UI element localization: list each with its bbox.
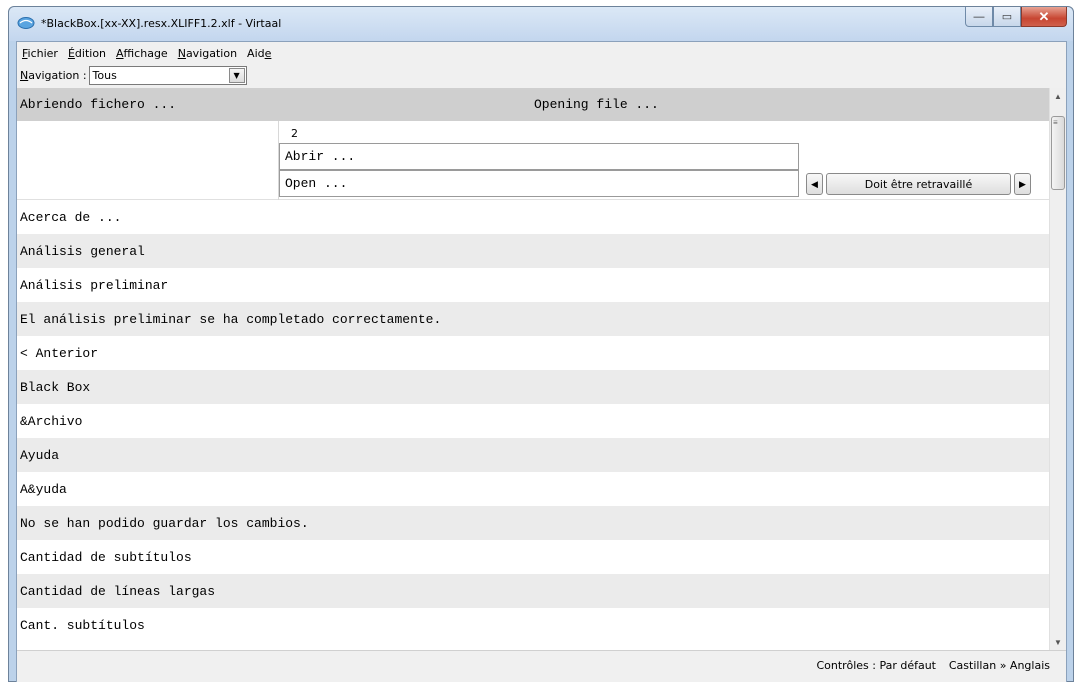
unit-row[interactable]: No se han podido guardar los cambios. bbox=[17, 506, 1052, 540]
status-languages: Castillan » Anglais bbox=[948, 659, 1050, 672]
scroll-up-icon[interactable]: ▲ bbox=[1050, 88, 1066, 104]
navigation-selected-value: Tous bbox=[92, 68, 117, 82]
client-area: Fichier Édition Affichage Navigation Aid… bbox=[16, 41, 1067, 682]
next-state-button[interactable]: ▶ bbox=[1014, 173, 1031, 195]
scroll-down-icon[interactable]: ▼ bbox=[1050, 634, 1066, 650]
unit-row[interactable]: A&yuda bbox=[17, 472, 1052, 506]
virtaal-logo-icon bbox=[17, 17, 35, 29]
previous-state-button[interactable]: ◀ bbox=[806, 173, 823, 195]
menu-mnemonic: A bbox=[116, 47, 124, 60]
unit-row[interactable]: Análisis preliminar bbox=[17, 268, 1052, 302]
unit-row[interactable]: Cantidad de subtítulos bbox=[17, 540, 1052, 574]
translation-grid: Abriendo fichero ... Opening file ... 2 … bbox=[17, 88, 1052, 650]
menu-label: Aid bbox=[247, 47, 265, 60]
scroll-thumb[interactable] bbox=[1051, 116, 1065, 190]
vertical-scrollbar[interactable]: ▲ ≡ ▼ bbox=[1049, 88, 1066, 650]
unit-source: Abriendo fichero ... bbox=[20, 97, 177, 112]
menu-bar: Fichier Édition Affichage Navigation Aid… bbox=[17, 44, 276, 64]
menu-navigation[interactable]: Navigation bbox=[173, 44, 242, 64]
menu-label: ichier bbox=[27, 47, 58, 60]
unit-row[interactable]: Cantidad de líneas largas bbox=[17, 574, 1052, 608]
menu-affichage[interactable]: Affichage bbox=[111, 44, 173, 64]
unit-row[interactable]: Ayuda bbox=[17, 438, 1052, 472]
menu-fichier[interactable]: Fichier bbox=[17, 44, 63, 64]
dropdown-arrow-icon[interactable]: ▼ bbox=[228, 67, 245, 83]
close-button[interactable]: ✕ bbox=[1021, 7, 1067, 27]
navigation-label-text: avigation : bbox=[28, 68, 87, 82]
unit-row[interactable]: Análisis general bbox=[17, 234, 1052, 268]
status-controls: Contrôles : Par défaut bbox=[816, 659, 936, 672]
unit-target: Opening file ... bbox=[534, 97, 659, 112]
title-bar: *BlackBox.[xx-XX].resx.XLIFF1.2.xlf - Vi… bbox=[9, 7, 1073, 41]
menu-label: dition bbox=[74, 47, 107, 60]
window-title: *BlackBox.[xx-XX].resx.XLIFF1.2.xlf - Vi… bbox=[41, 17, 282, 30]
maximize-icon: ▭ bbox=[1001, 11, 1013, 23]
arrow-left-icon: ◀ bbox=[811, 178, 818, 189]
arrow-right-icon: ▶ bbox=[1019, 178, 1026, 189]
editor-left-cell bbox=[17, 121, 279, 200]
unit-number: 2 bbox=[291, 127, 298, 140]
menu-mnemonic: e bbox=[264, 47, 272, 60]
navigation-mnemonic: N bbox=[20, 68, 29, 82]
target-text-input[interactable]: Open ... bbox=[279, 170, 799, 197]
navigation-label: Navigation : bbox=[17, 69, 87, 82]
navigation-mode-select[interactable]: Tous ▼ bbox=[88, 65, 247, 85]
unit-row[interactable]: &Archivo bbox=[17, 404, 1052, 438]
menu-aide[interactable]: Aide bbox=[242, 44, 276, 64]
menu-mnemonic: É bbox=[67, 47, 75, 60]
menu-label: avigation bbox=[185, 47, 238, 60]
menu-mnemonic: N bbox=[177, 47, 186, 60]
unit-row[interactable]: El análisis preliminar se ha completado … bbox=[17, 302, 1052, 336]
menu-edition[interactable]: Édition bbox=[63, 44, 111, 64]
maximize-button[interactable]: ▭ bbox=[993, 7, 1021, 27]
state-control: ◀ Doit être retravaillé ▶ bbox=[806, 173, 1031, 195]
minimize-button[interactable]: — bbox=[965, 7, 993, 27]
close-icon: ✕ bbox=[1038, 8, 1050, 24]
navigation-filter-row: Navigation : Tous ▼ bbox=[17, 64, 247, 86]
unit-row[interactable]: < Anterior bbox=[17, 336, 1052, 370]
state-button[interactable]: Doit être retravaillé bbox=[826, 173, 1011, 195]
unit-row-selected-prev[interactable]: Abriendo fichero ... Opening file ... bbox=[17, 88, 1052, 121]
menu-label: ffichage bbox=[123, 47, 168, 60]
unit-editor: 2 Abrir ... Open ... ◀ Doit être retrava… bbox=[17, 121, 1052, 200]
app-window: *BlackBox.[xx-XX].resx.XLIFF1.2.xlf - Vi… bbox=[8, 6, 1074, 682]
unit-row[interactable]: Acerca de ... bbox=[17, 200, 1052, 234]
source-text-box: Abrir ... bbox=[279, 143, 799, 170]
unit-row[interactable]: Cant. subtítulos bbox=[17, 608, 1052, 642]
unit-row[interactable]: Black Box bbox=[17, 370, 1052, 404]
status-bar: Contrôles : Par défaut Castillan » Angla… bbox=[17, 650, 1066, 682]
minimize-icon: — bbox=[973, 10, 985, 23]
window-controls: — ▭ ✕ bbox=[965, 7, 1067, 27]
scroll-grip-icon: ≡ bbox=[1053, 118, 1058, 127]
